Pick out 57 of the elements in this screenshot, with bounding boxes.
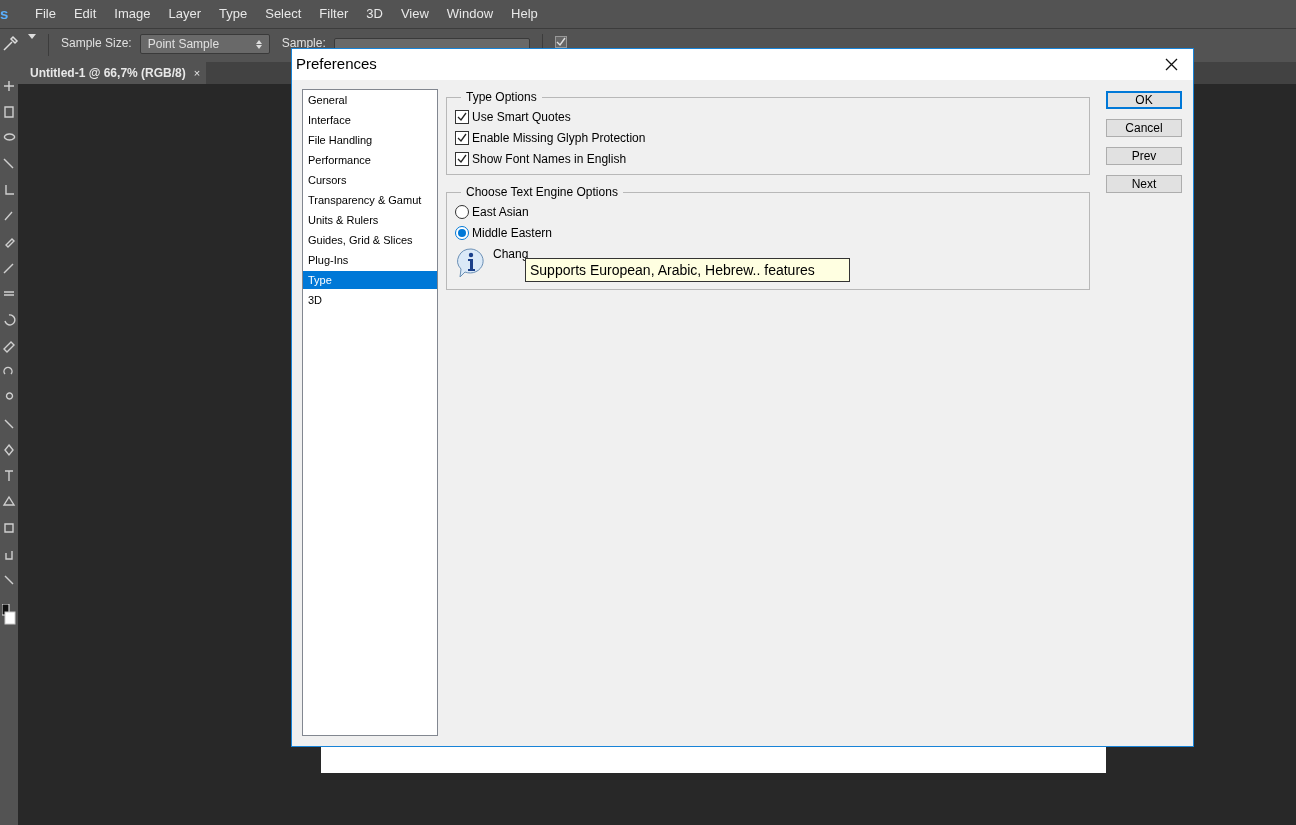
field-label: Sample Size: [61, 35, 132, 52]
category-item[interactable]: Type [303, 271, 437, 289]
move-icon[interactable] [2, 79, 16, 93]
menu-item[interactable]: Image [105, 4, 160, 24]
dialog-button[interactable]: Cancel [1106, 119, 1182, 137]
menu-item[interactable]: Type [210, 4, 257, 24]
menu-item[interactable]: 3D [357, 4, 392, 24]
document-tab[interactable]: Untitled-1 @ 66,7% (RGB/8) × [18, 62, 207, 84]
checkbox-label: Enable Missing Glyph Protection [472, 130, 646, 147]
dialog-button[interactable]: Next [1106, 175, 1182, 193]
menu-item[interactable]: Window [437, 4, 503, 24]
close-tab-button[interactable]: × [193, 64, 201, 82]
dialog-button[interactable]: OK [1106, 91, 1182, 109]
radio-label: East Asian [472, 204, 529, 221]
category-item[interactable]: Guides, Grid & Slices [303, 231, 437, 249]
category-item[interactable]: Units & Rulers [303, 211, 437, 229]
checkbox-label: Show Font Names in English [472, 151, 627, 168]
close-icon[interactable] [1165, 58, 1178, 71]
category-item[interactable]: General [303, 91, 437, 109]
rectangle-icon[interactable] [2, 521, 16, 535]
app-logo: s [0, 3, 10, 24]
menu-item[interactable]: View [391, 4, 438, 24]
group-title: Type Options [461, 90, 542, 104]
menu-item[interactable]: Filter [310, 4, 358, 24]
checkbox[interactable] [455, 110, 469, 124]
radio-button[interactable] [455, 226, 469, 240]
info-note: Chang [493, 247, 529, 261]
category-item[interactable]: Plug-Ins [303, 251, 437, 269]
category-item[interactable]: Transparency & Gamut [303, 191, 437, 209]
menu-item[interactable]: Layer [159, 4, 211, 24]
group-title: Choose Text Engine Options [461, 185, 623, 199]
field-label: Sample: [281, 36, 326, 50]
category-item[interactable]: Performance [303, 151, 437, 169]
tooltip: Supports European, Arabic, Hebrew.. features [525, 258, 850, 282]
radio-button[interactable] [455, 205, 469, 219]
menu-item[interactable]: Edit [64, 4, 106, 24]
type-icon[interactable] [2, 469, 16, 483]
info-icon [455, 247, 487, 279]
sample-size-dropdown[interactable]: Point Sample [139, 34, 270, 54]
checkbox[interactable] [554, 36, 567, 48]
menu-item[interactable]: Select [256, 4, 311, 24]
category-item[interactable]: Interface [303, 111, 437, 129]
menu-item[interactable]: Help [502, 4, 547, 24]
category-item[interactable]: Cursors [303, 171, 437, 189]
category-item[interactable]: File Handling [303, 131, 437, 149]
radio-label: Middle Eastern [472, 225, 553, 242]
menu-item[interactable]: File [26, 4, 65, 24]
caret-icon[interactable] [28, 34, 36, 39]
color-swatches-icon[interactable] [2, 604, 16, 626]
checkbox-label: Use Smart Quotes [472, 109, 571, 126]
category-item[interactable]: 3D [303, 291, 437, 309]
spinner-icon [255, 39, 262, 49]
marquee-icon[interactable] [2, 105, 16, 119]
checkbox[interactable] [455, 152, 469, 166]
dialog-title: Preferences [295, 54, 377, 75]
checkbox[interactable] [455, 131, 469, 145]
dialog-button[interactable]: Prev [1106, 147, 1182, 165]
